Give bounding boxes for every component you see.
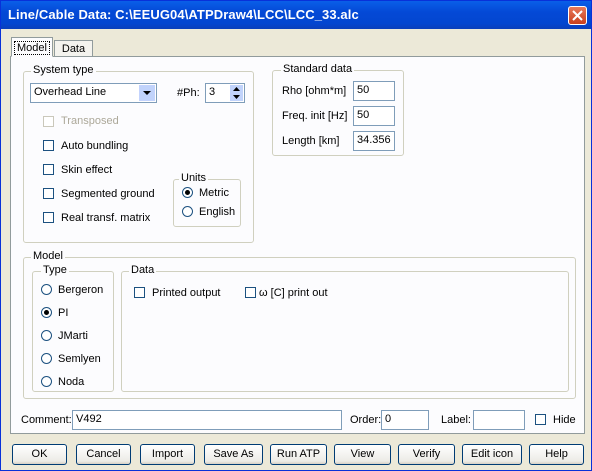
- title-bar[interactable]: Line/Cable Data: C:\EEUG04\ATPDraw4\LCC\…: [1, 1, 591, 29]
- freq-input[interactable]: 50: [353, 106, 395, 126]
- order-input[interactable]: 0: [381, 410, 429, 430]
- noda-radio[interactable]: [41, 376, 52, 387]
- chevron-down-icon: [233, 95, 240, 99]
- label-label: Label:: [441, 414, 471, 426]
- jmarti-label: JMarti: [58, 330, 88, 342]
- window-title: Line/Cable Data: C:\EEUG04\ATPDraw4\LCC\…: [8, 7, 359, 22]
- system-type-dropdown-button[interactable]: [139, 85, 155, 101]
- jmarti-radio[interactable]: [41, 330, 52, 341]
- metric-radio[interactable]: [182, 187, 193, 198]
- tab-data[interactable]: Data: [54, 40, 93, 57]
- rho-label: Rho [ohm*m]: [282, 85, 347, 97]
- hide-label: Hide: [553, 414, 576, 426]
- noda-label: Noda: [58, 376, 85, 388]
- verify-button[interactable]: Verify: [398, 444, 455, 465]
- phases-value: 3: [209, 86, 216, 98]
- printed-output-label: Printed output: [152, 287, 221, 299]
- transposed-checkbox[interactable]: [43, 116, 54, 127]
- cancel-button[interactable]: Cancel: [76, 444, 131, 465]
- run-atp-button[interactable]: Run ATP: [270, 444, 327, 465]
- pi-label: PI: [58, 307, 69, 319]
- skin-effect-checkbox[interactable]: [43, 164, 54, 175]
- spin-up-button[interactable]: [230, 85, 243, 93]
- model-data-legend: Data: [129, 264, 157, 276]
- close-icon: [572, 10, 583, 21]
- tab-data-label: Data: [61, 43, 86, 55]
- save-as-button[interactable]: Save As: [204, 444, 263, 465]
- close-button[interactable]: [568, 6, 587, 25]
- label-input[interactable]: [473, 410, 525, 430]
- auto-bundling-checkbox[interactable]: [43, 140, 54, 151]
- bergeron-label: Bergeron: [58, 284, 104, 296]
- view-button[interactable]: View: [334, 444, 391, 465]
- transposed-label: Transposed: [61, 115, 119, 127]
- phases-label: #Ph:: [177, 87, 200, 99]
- system-type-value: Overhead Line: [34, 86, 107, 98]
- real-transf-matrix-label: Real transf. matrix: [61, 212, 151, 224]
- rho-input[interactable]: 50: [353, 81, 395, 101]
- segmented-ground-checkbox[interactable]: [43, 188, 54, 199]
- auto-bundling-label: Auto bundling: [61, 140, 129, 152]
- length-label: Length [km]: [282, 135, 340, 147]
- skin-effect-label: Skin effect: [61, 164, 113, 176]
- semlyen-label: Semlyen: [58, 353, 101, 365]
- chevron-up-icon: [233, 87, 240, 91]
- model-type-legend: Type: [41, 264, 69, 276]
- tab-model[interactable]: Model: [11, 37, 53, 57]
- comment-label: Comment:: [21, 414, 72, 426]
- pi-radio[interactable]: [41, 307, 52, 318]
- help-button[interactable]: Help: [529, 444, 584, 465]
- printed-output-checkbox[interactable]: [134, 287, 145, 298]
- units-legend: Units: [179, 172, 209, 184]
- print-out-label: ω [C] print out: [259, 287, 328, 299]
- comment-input[interactable]: V492: [72, 410, 342, 430]
- metric-label: Metric: [199, 187, 229, 199]
- segmented-ground-label: Segmented ground: [61, 188, 155, 200]
- system-type-select[interactable]: Overhead Line: [30, 83, 157, 103]
- english-radio[interactable]: [182, 206, 193, 217]
- import-button[interactable]: Import: [140, 444, 195, 465]
- dialog-window: Line/Cable Data: C:\EEUG04\ATPDraw4\LCC\…: [0, 0, 592, 471]
- real-transf-matrix-checkbox[interactable]: [43, 212, 54, 223]
- model-legend: Model: [31, 250, 65, 262]
- spin-down-button[interactable]: [230, 93, 243, 101]
- edit-icon-button[interactable]: Edit icon: [462, 444, 522, 465]
- print-out-checkbox[interactable]: [245, 287, 256, 298]
- system-type-legend: System type: [31, 64, 96, 76]
- ok-button[interactable]: OK: [12, 444, 67, 465]
- order-label: Order:: [350, 414, 382, 426]
- freq-label: Freq. init [Hz]: [282, 110, 348, 122]
- semlyen-radio[interactable]: [41, 353, 52, 364]
- phases-spinner[interactable]: 3: [205, 83, 245, 103]
- english-label: English: [199, 206, 236, 218]
- hide-checkbox[interactable]: [535, 414, 546, 425]
- standard-data-legend: Standard data: [281, 63, 355, 75]
- chevron-down-icon: [143, 91, 151, 95]
- bergeron-radio[interactable]: [41, 284, 52, 295]
- length-input[interactable]: 34.356: [353, 131, 395, 151]
- tab-model-label: Model: [14, 41, 50, 55]
